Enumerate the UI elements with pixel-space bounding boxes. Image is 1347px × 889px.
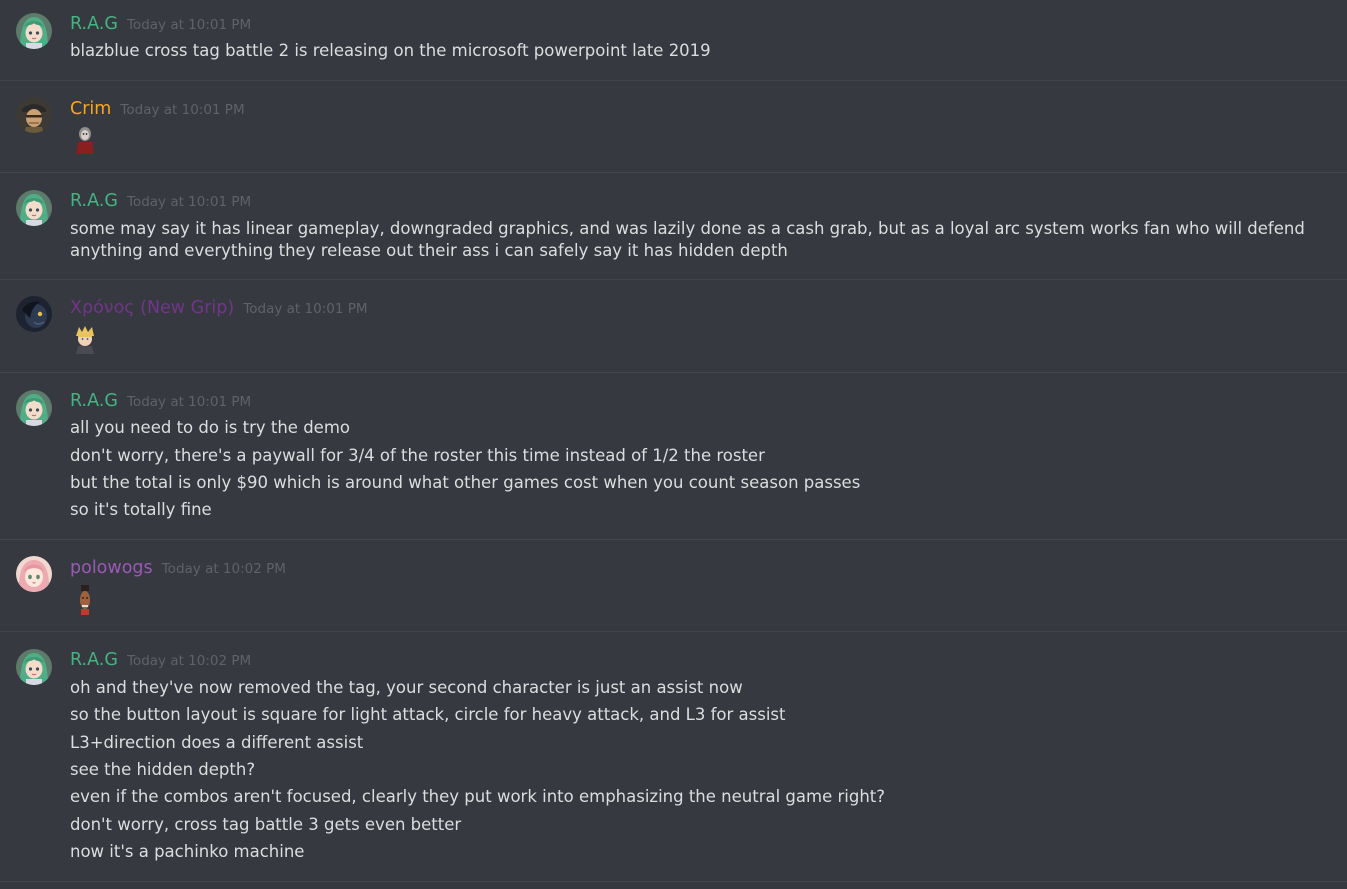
message-group: polowogs Today at 10:02 PM [0, 540, 1347, 632]
anime-girl-green-hair-avatar-icon [16, 190, 52, 226]
message-text: blazblue cross tag battle 2 is releasing… [70, 41, 711, 60]
message-header: R.A.G Today at 10:01 PM [70, 13, 251, 36]
message-text: don't worry, there's a paywall for 3/4 o… [70, 446, 765, 465]
username[interactable]: polowogs [70, 558, 153, 578]
anime-girl-green-hair-avatar-icon [16, 649, 52, 685]
blonde-character-emoji-icon [76, 326, 94, 354]
message-text: so it's totally fine [70, 500, 212, 519]
user-avatar[interactable] [16, 13, 52, 49]
blonde-character-emoji[interactable] [72, 324, 98, 354]
message-header: R.A.G Today at 10:02 PM [70, 649, 251, 672]
message-group: R.A.G Today at 10:02 PM oh and they've n… [0, 632, 1347, 882]
timestamp: Today at 10:01 PM [126, 194, 252, 210]
username[interactable]: R.A.G [70, 191, 118, 211]
message-text: oh and they've now removed the tag, your… [70, 678, 743, 697]
message-group: Χρόνος (New Grip) Today at 10:01 PM [0, 280, 1347, 373]
pink-hair-girl-avatar-icon [16, 556, 52, 592]
tall-face-emoji[interactable] [72, 585, 98, 615]
user-avatar[interactable] [16, 649, 52, 685]
timestamp: Today at 10:01 PM [243, 301, 368, 317]
timestamp: Today at 10:01 PM [126, 394, 252, 410]
timestamp: Today at 10:01 PM [126, 17, 252, 33]
jojo-character-avatar-icon [16, 97, 52, 133]
message-text: see the hidden depth? [70, 760, 256, 779]
user-avatar[interactable] [16, 556, 52, 592]
message-text: L3+direction does a different assist [70, 733, 364, 752]
message-text: even if the combos aren't focused, clear… [70, 787, 886, 806]
message-header: polowogs Today at 10:02 PM [70, 557, 286, 580]
tall-face-emoji-icon [80, 585, 90, 615]
username[interactable]: R.A.G [70, 14, 118, 34]
message-group: Crim Today at 10:01 PM [0, 81, 1347, 173]
message-text: don't worry, cross tag battle 3 gets eve… [70, 815, 462, 834]
message-text: now it's a pachinko machine [70, 842, 305, 861]
message-header: R.A.G Today at 10:01 PM [70, 190, 251, 213]
username[interactable]: Crim [70, 99, 111, 119]
user-avatar[interactable] [16, 296, 52, 332]
user-avatar[interactable] [16, 390, 52, 426]
dark-character-avatar-icon [16, 296, 52, 332]
message-header: Crim Today at 10:01 PM [70, 98, 245, 121]
message-text: all you need to do is try the demo [70, 418, 350, 437]
message-group: R.A.G Today at 10:01 PM blazblue cross t… [0, 0, 1347, 81]
message-text: some may say it has linear gameplay, dow… [70, 219, 1305, 260]
message-group: R.A.G Today at 10:01 PM all you need to … [0, 373, 1347, 540]
custom-face-emoji-icon [76, 127, 94, 154]
message-text: but the total is only $90 which is aroun… [70, 473, 861, 492]
message-text: so the button layout is square for light… [70, 705, 786, 724]
anime-girl-green-hair-avatar-icon [16, 13, 52, 49]
user-avatar[interactable] [16, 190, 52, 226]
message-group: R.A.G Today at 10:01 PM some may say it … [0, 173, 1347, 280]
user-avatar[interactable] [16, 97, 52, 133]
chat-messages: R.A.G Today at 10:01 PM blazblue cross t… [0, 0, 1347, 889]
username[interactable]: Χρόνος (New Grip) [70, 298, 234, 318]
anime-girl-green-hair-avatar-icon [16, 390, 52, 426]
message-header: R.A.G Today at 10:01 PM [70, 390, 251, 413]
timestamp: Today at 10:02 PM [126, 653, 252, 669]
custom-face-emoji[interactable] [72, 124, 98, 154]
timestamp: Today at 10:02 PM [161, 561, 286, 577]
timestamp: Today at 10:01 PM [120, 102, 245, 118]
message-header: Χρόνος (New Grip) Today at 10:01 PM [70, 297, 368, 320]
username[interactable]: R.A.G [70, 650, 118, 670]
username[interactable]: R.A.G [70, 391, 118, 411]
